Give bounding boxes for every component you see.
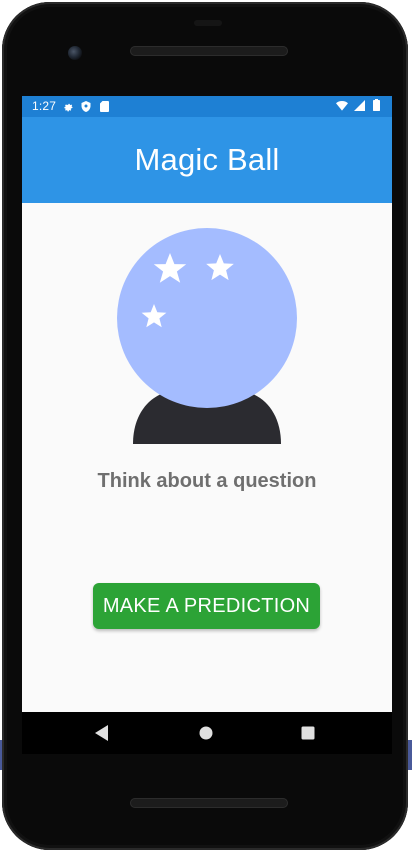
app-bar: Magic Ball [22, 117, 392, 203]
wifi-icon [336, 99, 348, 111]
recents-icon[interactable] [297, 722, 319, 744]
earpiece [194, 20, 222, 26]
emulator-stage: 1:27 Magic Ball Think about a question M… [0, 0, 412, 852]
ball-globe [117, 228, 297, 408]
top-speaker-grille [130, 46, 288, 56]
battery-icon [370, 99, 382, 111]
back-icon[interactable] [91, 722, 113, 744]
cell-signal-icon [353, 99, 365, 111]
shield-icon [80, 100, 92, 112]
front-camera-icon [68, 46, 82, 60]
app-screen: 1:27 Magic Ball Think about a question M… [22, 96, 392, 712]
bottom-speaker-grille [130, 798, 288, 808]
prompt-text: Think about a question [97, 470, 317, 492]
app-title: Magic Ball [134, 142, 280, 177]
navigation-bar [22, 712, 392, 754]
home-icon[interactable] [195, 722, 217, 744]
sd-card-icon [98, 100, 110, 112]
crystal-ball-icon [115, 226, 299, 444]
status-bar: 1:27 [22, 96, 392, 117]
status-time: 1:27 [32, 99, 57, 113]
gear-icon [62, 100, 74, 112]
emulator-edge-right [408, 740, 412, 770]
make-prediction-button[interactable]: MAKE A PREDICTION [93, 583, 320, 629]
